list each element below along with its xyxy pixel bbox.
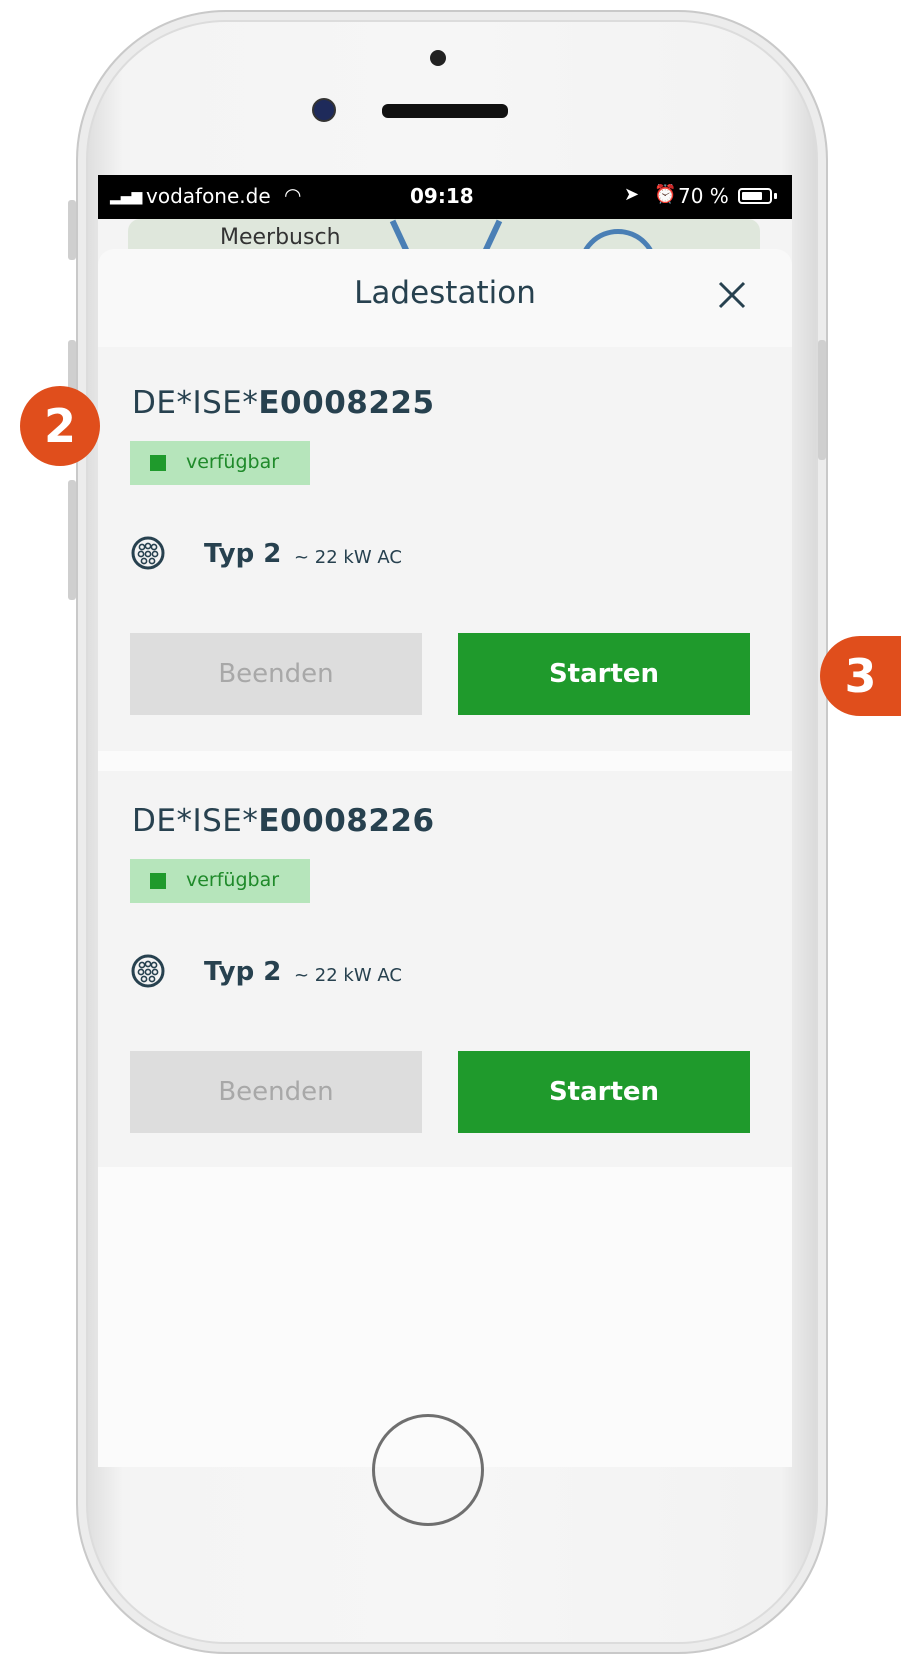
connector-power: ~ 22 kW AC — [294, 965, 402, 986]
location-arrow-icon: ➤ — [624, 184, 640, 205]
battery-percentage: 70 % — [678, 184, 729, 208]
carrier-name: vodafone.de — [146, 184, 271, 208]
connector-power: ~ 22 kW AC — [294, 547, 402, 568]
map-place-label: Meerbusch — [220, 225, 341, 250]
status-indicator-icon — [150, 873, 166, 889]
battery-tip — [774, 193, 777, 199]
wifi-icon: ◠ — [284, 183, 302, 207]
status-time: 09:18 — [410, 184, 474, 208]
status-bar: ▂▄▆ vodafone.de ◠ 09:18 ➤ ⏰ 70 % — [98, 175, 792, 219]
earpiece-speaker — [382, 104, 508, 118]
callout-badge: 3 — [820, 636, 901, 716]
connector-type: Typ 2 — [204, 957, 282, 987]
station-id-code: E0008226 — [258, 803, 435, 839]
station-id: DE*ISE*E0008226 — [132, 803, 435, 839]
close-icon — [718, 281, 746, 309]
power-button — [818, 340, 826, 460]
connector-type: Typ 2 — [204, 539, 282, 569]
card-divider — [98, 751, 792, 771]
battery-icon — [738, 188, 772, 204]
home-button[interactable] — [372, 1414, 484, 1526]
station-id-prefix: DE*ISE* — [132, 385, 259, 421]
station-card: DE*ISE*E0008225 verfügbar Typ 2 ~ 22 kW … — [98, 353, 792, 743]
station-id: DE*ISE*E0008225 — [132, 385, 435, 421]
front-camera — [312, 98, 336, 122]
status-badge: verfügbar — [130, 441, 310, 485]
close-button[interactable] — [712, 275, 752, 315]
mute-switch — [68, 200, 76, 260]
type2-connector-icon — [131, 536, 165, 570]
sheet-header: Ladestation — [98, 249, 792, 347]
stop-charging-button[interactable]: Beenden — [130, 633, 422, 715]
status-label: verfügbar — [186, 869, 280, 891]
start-charging-button[interactable]: Starten — [458, 633, 750, 715]
proximity-sensor — [430, 50, 446, 66]
alarm-icon: ⏰ — [654, 184, 677, 205]
volume-down-button — [68, 480, 76, 600]
sheet-title: Ladestation — [354, 275, 536, 311]
phone-screen: ▂▄▆ vodafone.de ◠ 09:18 ➤ ⏰ 70 % Meerbus… — [98, 175, 792, 1467]
station-sheet: Ladestation DE*ISE*E0008225 verfügbar Ty… — [98, 249, 792, 1467]
status-indicator-icon — [150, 455, 166, 471]
stop-charging-button[interactable]: Beenden — [130, 1051, 422, 1133]
station-id-prefix: DE*ISE* — [132, 803, 259, 839]
station-id-code: E0008225 — [258, 385, 435, 421]
signal-icon: ▂▄▆ — [110, 189, 143, 205]
station-card: DE*ISE*E0008226 verfügbar Typ 2 ~ 22 kW … — [98, 771, 792, 1161]
status-badge: verfügbar — [130, 859, 310, 903]
start-charging-button[interactable]: Starten — [458, 1051, 750, 1133]
type2-connector-icon — [131, 954, 165, 988]
status-label: verfügbar — [186, 451, 280, 473]
callout-badge: 2 — [20, 386, 100, 466]
